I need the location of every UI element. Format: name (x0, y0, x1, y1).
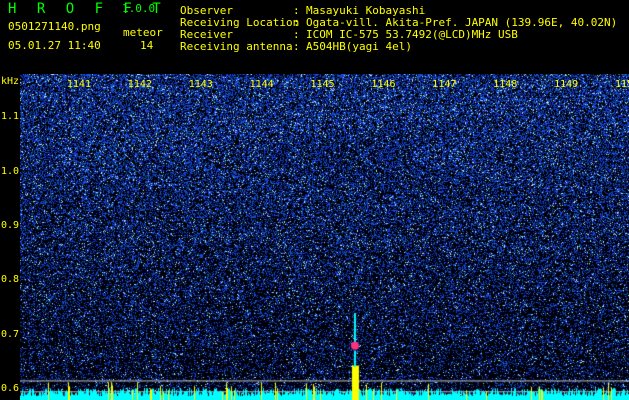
meteor-label: meteor (123, 26, 163, 39)
x-tick-label: 1143 (188, 79, 213, 90)
hroft-screen: H R O F F T 1.0.0 0501271140.png meteor … (0, 0, 629, 400)
location-value: Ogata-vill. Akita-Pref. JAPAN (139.96E, … (306, 16, 618, 29)
x-tick-label: 1148 (493, 79, 518, 90)
observer-sep: : (293, 4, 300, 17)
y-tick-label: 0.8 (1, 274, 20, 286)
datetime-label: 05.01.27 11:40 (8, 39, 101, 52)
filename-label: 0501271140.png (8, 20, 101, 33)
receiver-sep: : (293, 28, 300, 41)
antenna-value: A504HB(yagi 4el) (306, 40, 412, 53)
version-label: 1.0.0 (122, 2, 156, 15)
x-tick-label: 1149 (554, 79, 579, 90)
observer-label: Observer (180, 4, 233, 17)
y-tick-label: 0.9 (1, 220, 20, 232)
location-sep: : (293, 16, 300, 29)
x-tick-label: 1147 (432, 79, 457, 90)
x-tick-label: 1146 (371, 79, 396, 90)
location-label: Receiving Location (180, 16, 300, 29)
header-panel: H R O F F T 1.0.0 0501271140.png meteor … (0, 0, 629, 74)
x-tick-label: 1142 (127, 79, 152, 90)
y-tick-label: 1.0 (1, 165, 20, 177)
y-tick-label: 1.1 (1, 111, 20, 123)
receiver-label: Receiver (180, 28, 233, 41)
y-tick-label: 0.6 (1, 383, 20, 395)
spectrogram-canvas (20, 74, 629, 400)
y-axis-unit: kHz (1, 76, 20, 87)
x-tick-label: 1141 (66, 79, 91, 90)
antenna-label: Receiving antenna (180, 40, 293, 53)
receiver-value: ICOM IC-575 53.7492(@LCD)MHz USB (306, 28, 518, 41)
y-tick-label: 0.7 (1, 328, 20, 340)
x-tick-label: 1150 (615, 79, 629, 90)
meteor-count: 14 (140, 39, 154, 52)
x-tick-label: 1144 (249, 79, 274, 90)
antenna-sep: : (293, 40, 300, 53)
x-tick-label: 1145 (310, 79, 335, 90)
observer-value: Masayuki Kobayashi (306, 4, 426, 17)
